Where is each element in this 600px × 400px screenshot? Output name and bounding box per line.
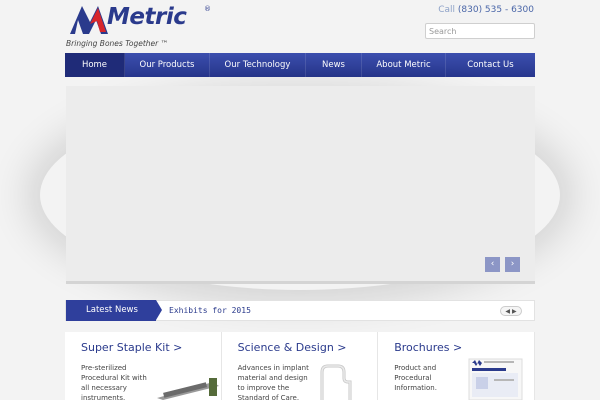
page: Metric ® Bringing Bones Together ™ Call … — [0, 0, 600, 400]
card-description: Pre-sterilized Procedural Kit with all n… — [81, 364, 147, 400]
staple-kit-image-icon — [157, 378, 219, 400]
brochure-image-icon — [468, 358, 523, 400]
card-science-design[interactable]: Science & Design > Advances in implant m… — [221, 332, 379, 400]
card-brochures[interactable]: Brochures > Product and Procedural Infor… — [378, 332, 535, 400]
phone-contact: Call (830) 535 - 6300 — [438, 5, 534, 15]
card-title[interactable]: Science & Design > — [238, 341, 347, 354]
card-description: Advances in implant material and design … — [237, 364, 309, 400]
card-title[interactable]: Super Staple Kit > — [81, 341, 182, 354]
card-super-staple-kit[interactable]: Super Staple Kit > Pre-sterilized Proced… — [65, 332, 222, 400]
news-nav-arrows-icon[interactable]: ◀ ▶ — [500, 306, 522, 316]
nav-item-our-products[interactable]: Our Products — [125, 53, 210, 77]
card-title[interactable]: Brochures > — [394, 341, 462, 354]
nav-item-news[interactable]: News — [306, 53, 362, 77]
latest-news-bar: Latest News Exhibits for 2015 ◀ ▶ — [65, 300, 535, 321]
search-input[interactable] — [425, 23, 535, 39]
news-headline[interactable]: Exhibits for 2015 — [169, 301, 251, 321]
slider-next-arrow-icon[interactable]: › — [505, 257, 520, 272]
card-description: Product and Procedural Information. — [394, 364, 437, 392]
hero-slider[interactable] — [66, 86, 535, 284]
logo-registered-mark: ® — [204, 5, 211, 13]
nav-item-our-technology[interactable]: Our Technology — [210, 53, 306, 77]
main-nav: Home Our Products Our Technology News Ab… — [65, 53, 535, 77]
nav-item-contact-us[interactable]: Contact Us — [446, 53, 535, 77]
staple-implant-image-icon — [320, 364, 352, 400]
logo-text: Metric — [107, 4, 187, 30]
nav-item-home[interactable]: Home — [65, 53, 125, 77]
phone-number[interactable]: (830) 535 - 6300 — [458, 5, 534, 15]
latest-news-label: Latest News — [66, 300, 162, 321]
slider-prev-arrow-icon[interactable]: ‹ — [485, 257, 500, 272]
feature-cards: Super Staple Kit > Pre-sterilized Proced… — [65, 332, 535, 400]
nav-item-about-metric[interactable]: About Metric — [362, 53, 446, 77]
tagline: Bringing Bones Together ™ — [66, 39, 169, 48]
phone-label: Call — [438, 5, 455, 15]
